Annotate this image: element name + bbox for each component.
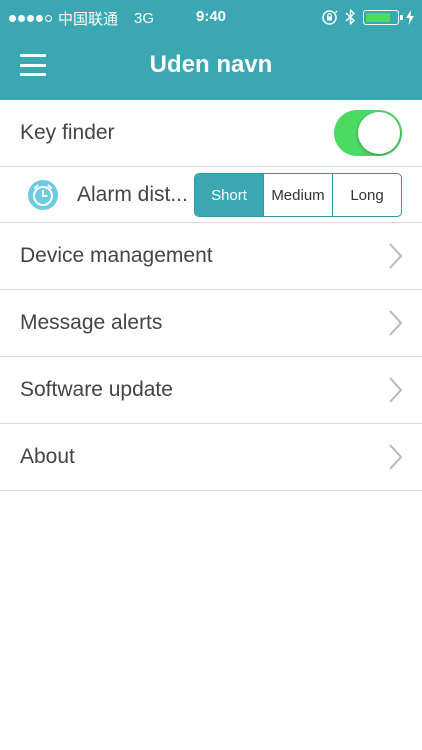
header: 中国联通 3G 9:40 Uden navn — [0, 0, 422, 100]
battery-fill — [366, 12, 390, 22]
alarm-clock-icon — [28, 180, 58, 210]
key-finder-label: Key finder — [20, 121, 115, 144]
status-right — [321, 8, 414, 26]
segment-short[interactable]: Short — [195, 174, 264, 216]
key-finder-toggle[interactable] — [334, 110, 402, 156]
menu-item-about[interactable]: About — [0, 424, 422, 491]
chevron-right-icon — [389, 377, 403, 403]
orientation-lock-icon — [322, 9, 338, 25]
menu-item-label: Software update — [20, 378, 173, 401]
menu-item-label: Message alerts — [20, 311, 163, 334]
charging-icon — [406, 9, 414, 25]
chevron-right-icon — [389, 444, 403, 470]
app-screen: 中国联通 3G 9:40 Uden navn Key finder Alarm … — [0, 0, 422, 750]
page-title: Uden navn — [149, 51, 273, 78]
menu-item-message-alerts[interactable]: Message alerts — [0, 290, 422, 357]
segment-medium[interactable]: Medium — [264, 174, 333, 216]
menu-item-software-update[interactable]: Software update — [0, 357, 422, 424]
battery-icon — [363, 9, 403, 25]
alarm-distance-segmented-control: Short Medium Long — [194, 173, 402, 217]
status-bar: 中国联通 3G 9:40 — [0, 0, 422, 34]
chevron-right-icon — [389, 243, 403, 269]
segment-long[interactable]: Long — [333, 174, 401, 216]
chevron-right-icon — [389, 310, 403, 336]
key-finder-row: Key finder — [0, 100, 422, 167]
alarm-distance-label: Alarm dist... — [77, 183, 188, 206]
menu-item-label: About — [20, 445, 75, 468]
menu-item-label: Device management — [20, 244, 213, 267]
navigation-bar: Uden navn — [0, 34, 422, 100]
menu-item-device-management[interactable]: Device management — [0, 223, 422, 290]
alarm-distance-row: Alarm dist... Short Medium Long — [0, 167, 422, 223]
bluetooth-icon — [345, 9, 355, 25]
toggle-knob — [358, 112, 400, 154]
